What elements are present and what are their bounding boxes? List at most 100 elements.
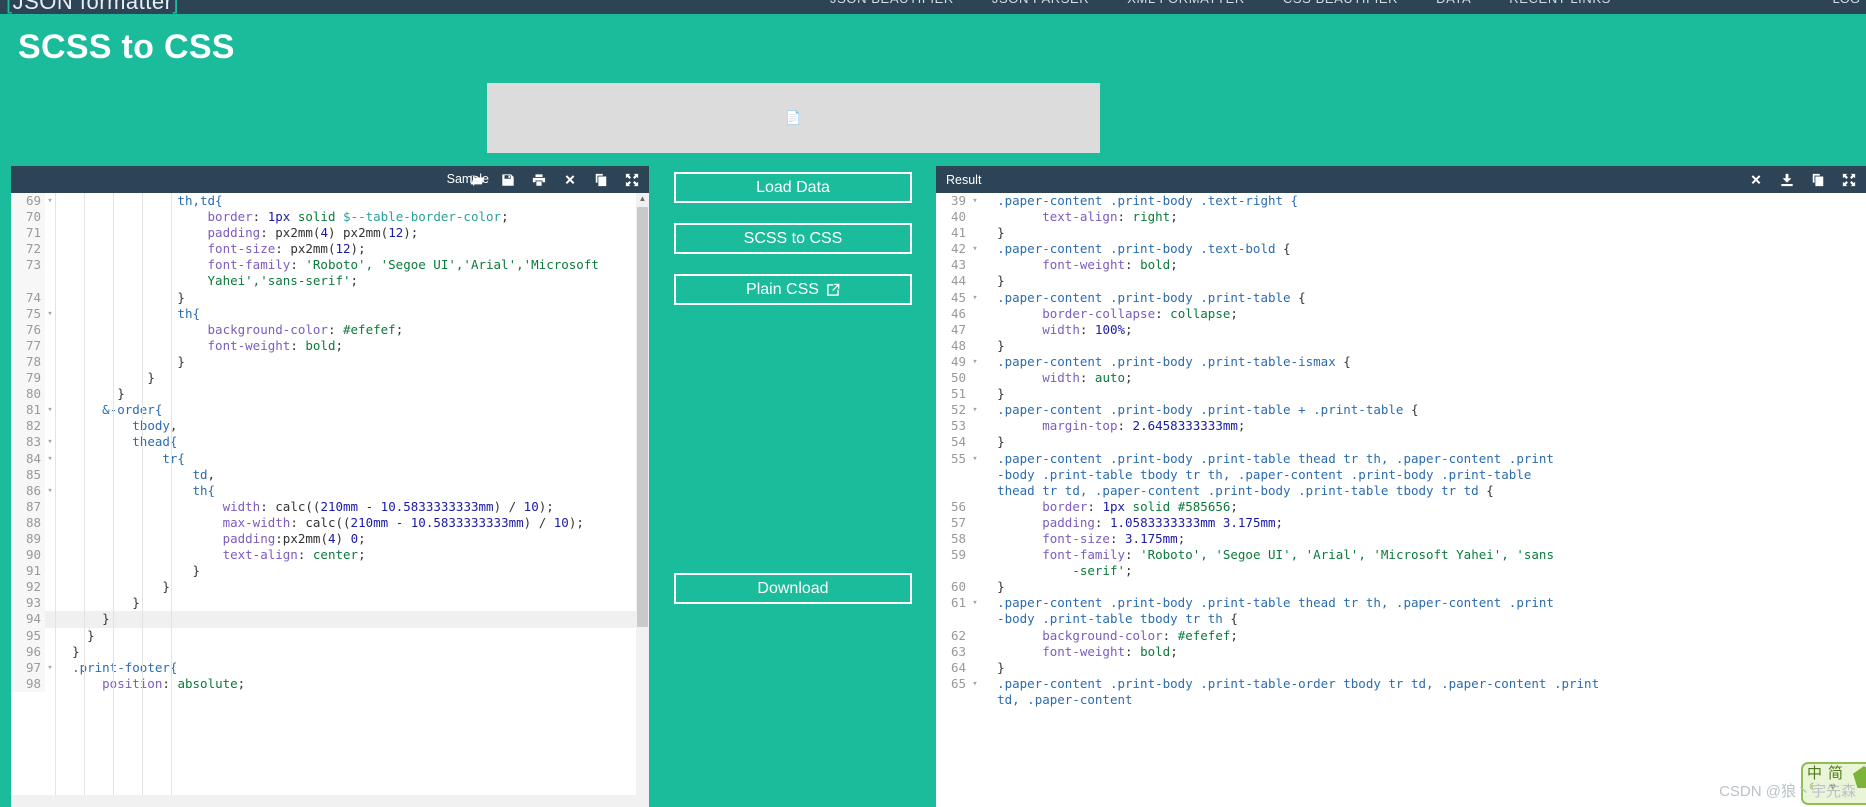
fold-toggle-icon[interactable] bbox=[970, 660, 980, 676]
fold-toggle-icon[interactable]: ▾ bbox=[970, 451, 980, 467]
ime-heart-icon[interactable]: ♥ bbox=[1830, 782, 1836, 794]
folder-open-icon[interactable] bbox=[470, 173, 484, 187]
fold-toggle-icon[interactable]: ▾ bbox=[970, 595, 980, 611]
ime-language-mode[interactable]: 中 bbox=[1807, 765, 1822, 782]
fold-toggle-icon[interactable] bbox=[970, 273, 980, 289]
fold-toggle-icon[interactable] bbox=[45, 322, 55, 338]
line-number: 86 bbox=[11, 482, 45, 499]
code-line: 93 } bbox=[11, 595, 649, 612]
fold-toggle-icon[interactable]: ▾ bbox=[45, 660, 55, 676]
nav-link-recent-links[interactable]: RECENT LINKS bbox=[1509, 0, 1611, 6]
scroll-up-arrow[interactable]: ▲ bbox=[636, 193, 649, 205]
plain-css-button[interactable]: Plain CSS bbox=[674, 274, 912, 305]
fold-toggle-icon[interactable] bbox=[45, 579, 55, 595]
fold-toggle-icon[interactable]: ▾ bbox=[45, 402, 55, 418]
fold-toggle-icon[interactable] bbox=[45, 628, 55, 644]
load-data-button[interactable]: Load Data bbox=[674, 172, 912, 203]
fold-toggle-icon[interactable] bbox=[45, 531, 55, 547]
fold-toggle-icon[interactable] bbox=[45, 547, 55, 563]
fold-toggle-icon[interactable] bbox=[970, 547, 980, 563]
fold-toggle-icon[interactable] bbox=[45, 467, 55, 483]
fullscreen-icon[interactable] bbox=[1842, 173, 1856, 187]
fold-toggle-icon[interactable] bbox=[970, 483, 980, 499]
close-icon[interactable] bbox=[1749, 173, 1763, 187]
fold-toggle-icon[interactable] bbox=[970, 611, 980, 627]
fold-toggle-icon[interactable] bbox=[45, 241, 55, 257]
fold-toggle-icon[interactable] bbox=[45, 370, 55, 386]
fold-toggle-icon[interactable] bbox=[970, 579, 980, 595]
result-code-area[interactable]: 39 ▾ .paper-content .print-body .text-rig… bbox=[936, 193, 1866, 807]
fold-toggle-icon[interactable] bbox=[45, 354, 55, 370]
fold-toggle-icon[interactable] bbox=[45, 515, 55, 531]
fold-toggle-icon[interactable] bbox=[45, 273, 55, 289]
nav-link-json-beautifier[interactable]: JSON BEAUTIFIER bbox=[830, 0, 954, 6]
fold-toggle-icon[interactable]: ▾ bbox=[970, 193, 980, 209]
fold-toggle-icon[interactable] bbox=[970, 257, 980, 273]
nav-link-json-parser[interactable]: JSON PARSER bbox=[992, 0, 1089, 6]
fold-toggle-icon[interactable] bbox=[970, 225, 980, 241]
fold-toggle-icon[interactable] bbox=[45, 225, 55, 241]
fold-toggle-icon[interactable]: ▾ bbox=[970, 676, 980, 692]
fold-toggle-icon[interactable] bbox=[45, 290, 55, 306]
nav-login-link[interactable]: LOG bbox=[1833, 0, 1860, 6]
fold-toggle-icon[interactable]: ▾ bbox=[45, 434, 55, 450]
fold-toggle-icon[interactable] bbox=[45, 676, 55, 692]
fold-toggle-icon[interactable] bbox=[970, 386, 980, 402]
fold-toggle-icon[interactable] bbox=[45, 257, 55, 273]
fold-toggle-icon[interactable] bbox=[970, 644, 980, 660]
fold-toggle-icon[interactable]: ▾ bbox=[970, 290, 980, 306]
site-logo[interactable]: [JSON formatter] bbox=[6, 0, 179, 14]
input-horizontal-scrollbar[interactable] bbox=[11, 795, 636, 807]
input-code-area[interactable]: 69 ▾ th,td{70 border: 1px solid $--table-… bbox=[11, 193, 649, 807]
fold-toggle-icon[interactable] bbox=[970, 499, 980, 515]
fold-toggle-icon[interactable] bbox=[970, 322, 980, 338]
fold-toggle-icon[interactable] bbox=[970, 628, 980, 644]
fold-toggle-icon[interactable] bbox=[970, 338, 980, 354]
scss-to-css-button[interactable]: SCSS to CSS bbox=[674, 223, 912, 254]
copy-icon[interactable] bbox=[594, 173, 608, 187]
fold-toggle-icon[interactable] bbox=[970, 306, 980, 322]
ime-character-set[interactable]: 简 bbox=[1828, 765, 1843, 782]
fold-toggle-icon[interactable] bbox=[45, 338, 55, 354]
nav-link-css-beautifier[interactable]: CSS BEAUTIFIER bbox=[1283, 0, 1398, 6]
fold-toggle-icon[interactable] bbox=[970, 434, 980, 450]
page-hero: SCSS to CSS 📄 bbox=[0, 14, 1866, 166]
fold-toggle-icon[interactable]: ▾ bbox=[970, 354, 980, 370]
fold-toggle-icon[interactable]: ▾ bbox=[45, 451, 55, 467]
ime-moon-icon[interactable]: ☾ bbox=[1809, 782, 1818, 794]
print-icon[interactable] bbox=[532, 173, 546, 187]
fold-toggle-icon[interactable] bbox=[970, 531, 980, 547]
fold-toggle-icon[interactable] bbox=[45, 209, 55, 225]
fold-toggle-icon[interactable] bbox=[45, 386, 55, 402]
fold-toggle-icon[interactable] bbox=[970, 370, 980, 386]
fold-toggle-icon[interactable]: ▾ bbox=[45, 306, 55, 322]
fold-toggle-icon[interactable] bbox=[970, 515, 980, 531]
fold-toggle-icon[interactable] bbox=[970, 209, 980, 225]
fold-toggle-icon[interactable] bbox=[970, 467, 980, 483]
fold-toggle-icon[interactable] bbox=[970, 563, 980, 579]
code-text: position: absolute; bbox=[102, 675, 246, 691]
fullscreen-icon[interactable] bbox=[625, 173, 639, 187]
fold-toggle-icon[interactable] bbox=[970, 692, 980, 708]
download-button[interactable]: Download bbox=[674, 573, 912, 604]
fold-toggle-icon[interactable]: ▾ bbox=[970, 402, 980, 418]
fold-toggle-icon[interactable] bbox=[970, 418, 980, 434]
input-vertical-scrollbar[interactable]: ▲ bbox=[636, 193, 649, 807]
copy-icon[interactable] bbox=[1811, 173, 1825, 187]
download-icon[interactable] bbox=[1780, 173, 1794, 187]
save-icon[interactable] bbox=[501, 173, 515, 187]
nav-link-xml-formatter[interactable]: XML FORMATTER bbox=[1127, 0, 1245, 6]
fold-toggle-icon[interactable] bbox=[45, 595, 55, 611]
fold-toggle-icon[interactable] bbox=[45, 499, 55, 515]
fold-toggle-icon[interactable]: ▾ bbox=[45, 483, 55, 499]
fold-toggle-icon[interactable] bbox=[45, 644, 55, 660]
fold-toggle-icon[interactable] bbox=[45, 611, 55, 627]
scroll-thumb[interactable] bbox=[637, 207, 648, 627]
fold-toggle-icon[interactable] bbox=[45, 418, 55, 434]
close-icon[interactable] bbox=[563, 173, 577, 187]
fold-toggle-icon[interactable]: ▾ bbox=[45, 193, 55, 209]
nav-link-data[interactable]: DATA bbox=[1436, 0, 1471, 6]
ime-status-widget[interactable]: 中 简 ☾ ♥ bbox=[1801, 762, 1866, 805]
fold-toggle-icon[interactable]: ▾ bbox=[970, 241, 980, 257]
fold-toggle-icon[interactable] bbox=[45, 563, 55, 579]
